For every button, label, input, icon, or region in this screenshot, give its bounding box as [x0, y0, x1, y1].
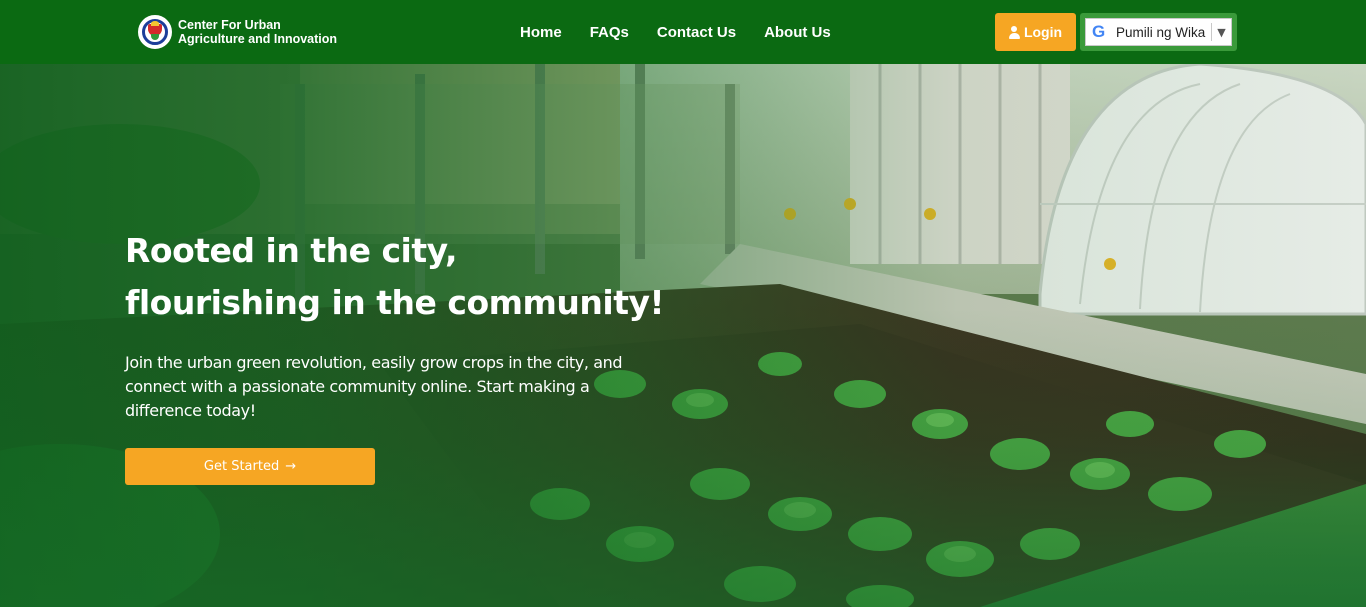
arrow-right-icon: → [285, 459, 297, 474]
nav-about-us[interactable]: About Us [750, 24, 845, 41]
hero-title-line-1: Rooted in the city, [125, 231, 458, 270]
get-started-button[interactable]: Get Started → [125, 448, 375, 485]
google-icon: G [1092, 22, 1106, 41]
brand-line-1: Center For Urban [178, 18, 281, 32]
language-selector-label: Pumili ng Wika [1116, 24, 1206, 40]
login-button[interactable]: Login [995, 13, 1076, 51]
get-started-label: Get Started [203, 459, 280, 474]
logo-icon [138, 15, 172, 49]
login-label: Login [1023, 24, 1063, 40]
hero-overlay-bottom [0, 64, 1366, 607]
user-icon [1008, 25, 1020, 39]
hero-title-line-2: flourishing in the community! [125, 283, 665, 322]
hero-subtitle: Join the urban green revolution, easily … [125, 353, 623, 420]
language-selector[interactable]: G Pumili ng Wika ▼ [1085, 18, 1232, 46]
nav-faqs[interactable]: FAQs [576, 24, 643, 41]
hero-title: Rooted in the city, flourishing in the c… [125, 225, 665, 329]
nav-home[interactable]: Home [506, 24, 576, 41]
brand-name: Center For Urban Agriculture and Innovat… [178, 18, 337, 46]
hero-section: Rooted in the city, flourishing in the c… [0, 64, 1366, 607]
navbar: Center For Urban Agriculture and Innovat… [0, 0, 1366, 64]
language-selector-container: G Pumili ng Wika ▼ [1080, 13, 1237, 51]
brand-line-2: Agriculture and Innovation [178, 32, 338, 46]
divider [1211, 23, 1213, 41]
brand[interactable]: Center For Urban Agriculture and Innovat… [138, 14, 337, 50]
caret-down-icon: ▼ [1217, 25, 1226, 39]
main-nav: Home FAQs Contact Us About Us [506, 0, 845, 64]
nav-contact-us[interactable]: Contact Us [643, 24, 750, 41]
